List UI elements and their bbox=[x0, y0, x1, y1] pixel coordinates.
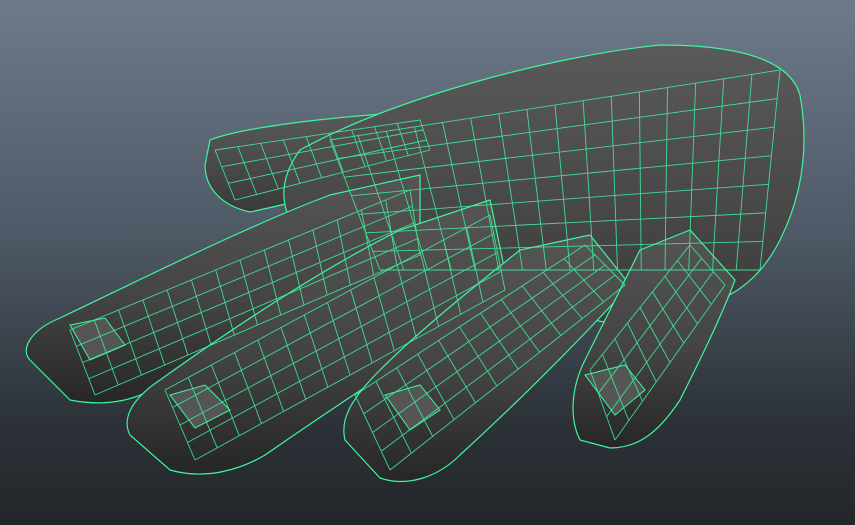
3d-viewport[interactable] bbox=[0, 0, 855, 525]
hand-mesh-wireframe[interactable] bbox=[0, 0, 855, 525]
